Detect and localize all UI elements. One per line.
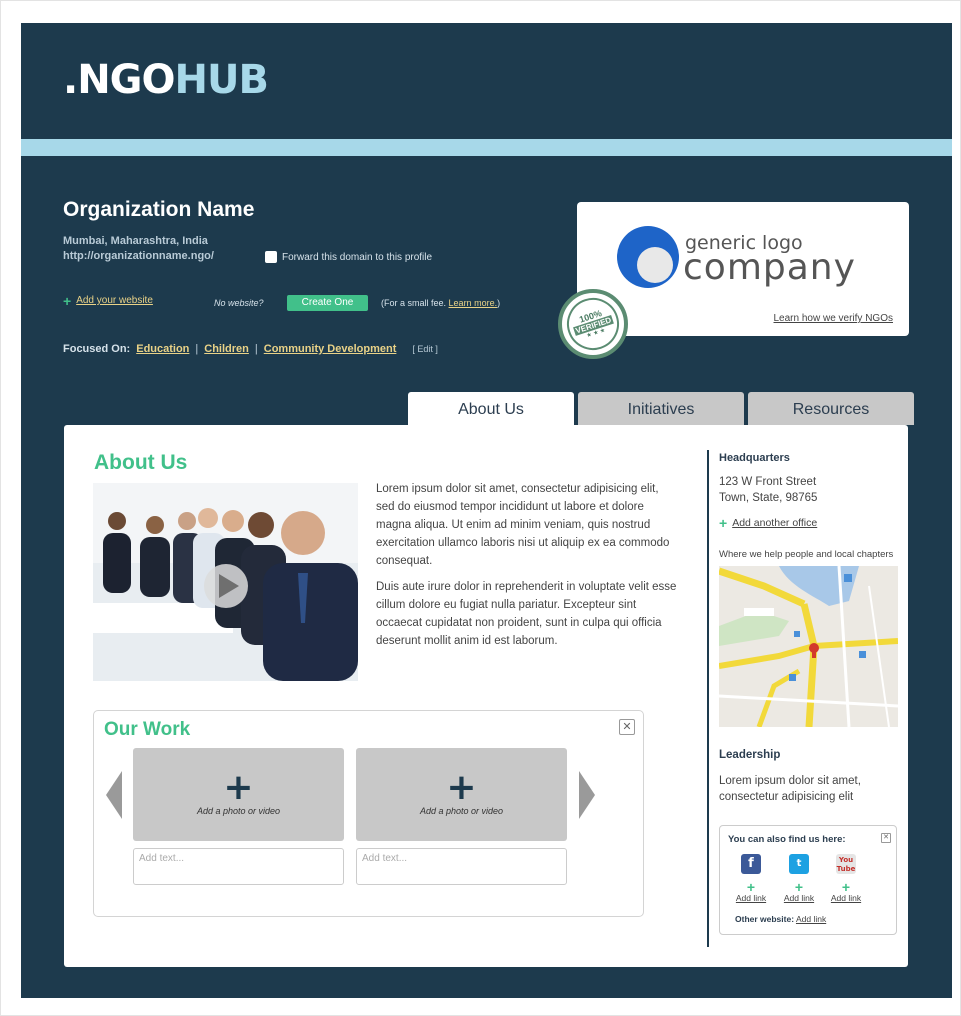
facebook-icon[interactable]: f xyxy=(741,854,761,874)
plus-icon: + xyxy=(719,515,728,531)
plus-icon: + xyxy=(223,767,254,808)
add-website-link[interactable]: Add your website xyxy=(76,295,153,306)
address-line-2: Town, State, 98765 xyxy=(719,492,818,504)
tab-content-panel: About Us Lorem ipsum dolor sit amet, con… xyxy=(64,425,908,967)
team-photo-illustration xyxy=(93,483,358,681)
profile-tabs: About Us Initiatives Resources xyxy=(408,392,914,426)
add-twitter-link[interactable]: + Add link xyxy=(779,879,819,903)
add-text-field[interactable]: Add text... xyxy=(356,848,567,885)
verified-seal-icon: 100% VERIFIED ★ ★ ★ xyxy=(558,289,628,359)
brand-part-hub: HUB xyxy=(174,57,269,103)
our-work-section: Our Work ✕ + Add a photo or video Add te… xyxy=(93,710,644,917)
leadership-text: Lorem ipsum dolor sit amet, consectetur … xyxy=(719,775,861,803)
org-location: Mumbai, Maharashtra, India xyxy=(63,235,208,247)
add-link-label: Add link xyxy=(830,893,862,903)
focus-separator: | xyxy=(195,343,199,355)
about-paragraph-1: Lorem ipsum dolor sit amet, consectetur … xyxy=(376,483,670,567)
location-map[interactable] xyxy=(719,566,898,727)
carousel-next-arrow-icon[interactable] xyxy=(579,771,595,819)
focus-separator: | xyxy=(254,343,258,355)
tab-resources[interactable]: Resources xyxy=(748,392,914,425)
fee-note: (For a small fee. Learn more.) xyxy=(381,298,500,308)
add-office-label: Add another office xyxy=(732,517,818,529)
social-heading: You can also find us here: xyxy=(728,834,846,845)
about-paragraph-2: Duis aute irure dolor in reprehenderit i… xyxy=(376,581,677,647)
other-website-add-link[interactable]: Add link xyxy=(796,914,826,924)
where-we-help-label: Where we help people and local chapters xyxy=(719,549,894,560)
add-media-slot[interactable]: + Add a photo or video xyxy=(133,748,344,841)
no-website-label: No website? xyxy=(214,298,264,308)
youtube-glyph-you: You xyxy=(838,856,854,864)
focus-areas: Focused On: Education | Children | Commu… xyxy=(63,343,438,355)
add-website-row[interactable]: + Add your website xyxy=(63,292,153,309)
org-url[interactable]: http://organizationname.ngo/ xyxy=(63,250,214,262)
other-website-row: Other website: Add link xyxy=(735,914,826,924)
brand-part-ngo: .NGO xyxy=(63,57,176,103)
add-media-caption: Add a photo or video xyxy=(419,806,504,816)
add-text-field[interactable]: Add text... xyxy=(133,848,344,885)
add-youtube-link[interactable]: + Add link xyxy=(826,879,866,903)
other-website-label: Other website: xyxy=(735,914,795,924)
brand-logo[interactable]: .NGOHUB xyxy=(63,57,269,103)
edit-focus-link[interactable]: [ Edit ] xyxy=(412,344,438,354)
map-illustration xyxy=(719,566,898,727)
carousel-prev-arrow-icon[interactable] xyxy=(106,771,122,819)
learn-more-link[interactable]: Learn more. xyxy=(449,298,498,308)
header-stripe xyxy=(21,139,952,156)
headquarters-heading: Headquarters xyxy=(719,452,790,464)
close-icon[interactable]: ✕ xyxy=(881,833,891,843)
address-line-1: 123 W Front Street xyxy=(719,476,817,488)
youtube-icon[interactable]: You Tube xyxy=(836,854,856,874)
fee-prefix: (For a small fee. xyxy=(381,298,447,308)
leadership-heading: Leadership xyxy=(719,749,781,761)
add-media-caption: Add a photo or video xyxy=(196,806,281,816)
forward-checkbox[interactable] xyxy=(265,251,277,263)
our-work-heading: Our Work xyxy=(104,719,191,740)
verify-ngo-link[interactable]: Learn how we verify NGOs xyxy=(774,313,894,324)
tab-about-us[interactable]: About Us xyxy=(408,392,574,426)
add-link-label: Add link xyxy=(783,893,815,903)
forward-label: Forward this domain to this profile xyxy=(282,251,433,263)
ngohub-page: .NGOHUB Organization Name Mumbai, Mahara… xyxy=(21,23,952,998)
focus-tag-children[interactable]: Children xyxy=(204,343,249,355)
create-website-button[interactable]: Create One xyxy=(287,295,368,311)
about-video-thumbnail[interactable] xyxy=(93,483,358,681)
social-links-box: You can also find us here: ✕ f t You Tub… xyxy=(719,825,897,935)
close-icon[interactable]: ✕ xyxy=(619,719,635,735)
add-link-label: Add link xyxy=(735,893,767,903)
plus-icon: + xyxy=(746,879,756,895)
seal-inner: 100% VERIFIED ★ ★ ★ xyxy=(560,291,626,357)
screenshot-frame: .NGOHUB Organization Name Mumbai, Mahara… xyxy=(0,0,961,1016)
tab-initiatives[interactable]: Initiatives xyxy=(578,392,744,425)
logo-text-line2: company xyxy=(683,247,856,288)
about-heading: About Us xyxy=(94,451,188,474)
plus-icon: + xyxy=(63,292,72,309)
forward-domain-option[interactable]: Forward this domain to this profile xyxy=(265,251,432,263)
add-office-link[interactable]: + Add another office xyxy=(719,515,818,531)
add-facebook-link[interactable]: + Add link xyxy=(731,879,771,903)
youtube-glyph-tube: Tube xyxy=(836,865,856,873)
sidebar-divider xyxy=(707,450,709,947)
plus-icon: + xyxy=(446,767,477,808)
focus-tag-education[interactable]: Education xyxy=(136,343,189,355)
add-media-slot[interactable]: + Add a photo or video xyxy=(356,748,567,841)
twitter-icon[interactable]: t xyxy=(789,854,809,874)
site-header: .NGOHUB xyxy=(21,23,952,139)
fee-suffix: ) xyxy=(497,298,501,308)
logo-circle-inner xyxy=(637,247,673,283)
plus-icon: + xyxy=(794,879,804,895)
focused-label: Focused On: xyxy=(63,343,131,355)
plus-icon: + xyxy=(841,879,851,895)
focus-tag-community-development[interactable]: Community Development xyxy=(264,343,397,355)
org-name: Organization Name xyxy=(63,198,255,221)
